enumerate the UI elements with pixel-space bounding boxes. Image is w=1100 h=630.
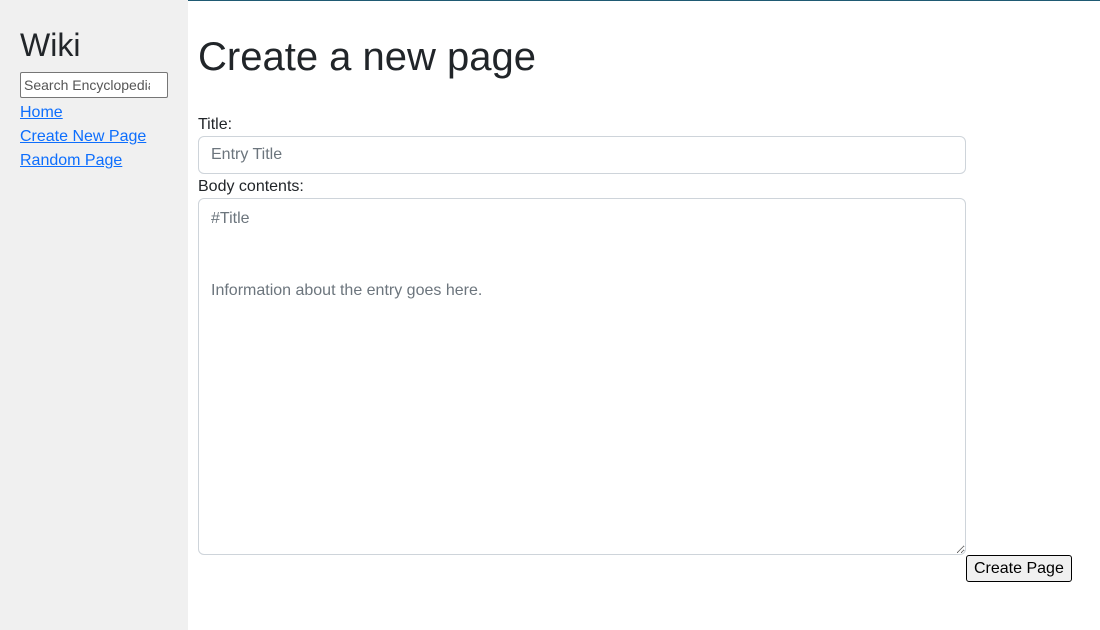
nav-link-random-page[interactable]: Random Page [20, 149, 168, 173]
body-label: Body contents: [198, 178, 304, 195]
create-page-button[interactable]: Create Page [966, 555, 1072, 582]
nav-link-create-new-page[interactable]: Create New Page [20, 125, 168, 149]
create-page-form: Title: Body contents: Create Page [198, 114, 1100, 583]
title-input[interactable] [198, 136, 966, 174]
title-label: Title: [198, 116, 233, 133]
nav-link-home[interactable]: Home [20, 101, 168, 125]
search-input[interactable] [20, 72, 168, 98]
main-content: Create a new page Title: Body contents: … [188, 0, 1100, 630]
body-textarea[interactable] [198, 198, 966, 555]
sidebar: Wiki Home Create New Page Random Page [0, 0, 188, 630]
submit-row: Create Page [198, 555, 1075, 583]
site-title: Wiki [20, 27, 81, 63]
page-title: Create a new page [198, 35, 537, 79]
